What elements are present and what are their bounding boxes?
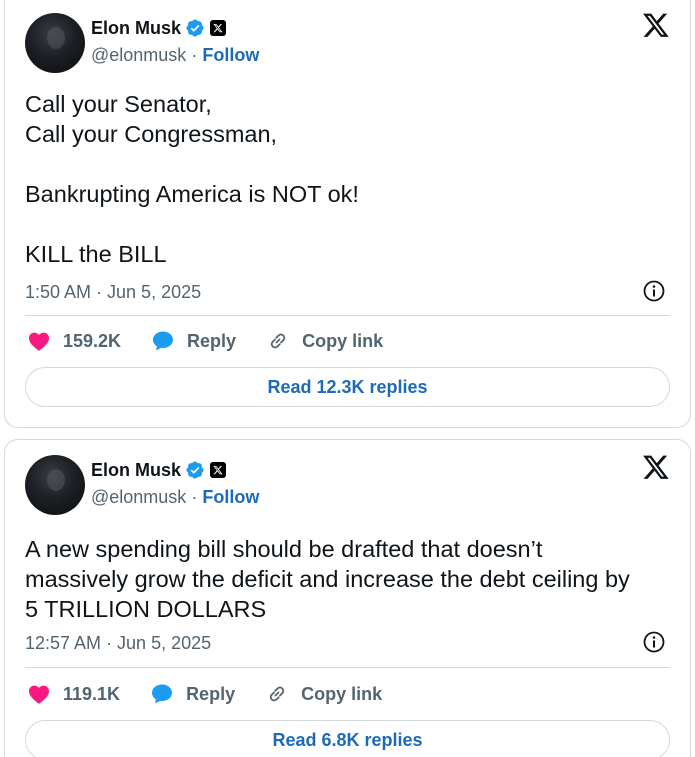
reply-button[interactable]: Reply: [150, 682, 235, 706]
read-replies-button[interactable]: Read 12.3K replies: [25, 367, 670, 407]
tweet-header: Elon Musk @elonmusk · Follow: [25, 455, 670, 515]
x-affiliate-badge-icon: [210, 462, 227, 478]
follow-button[interactable]: Follow: [202, 487, 259, 507]
divider: [25, 667, 670, 668]
author-name[interactable]: Elon Musk: [91, 460, 181, 481]
like-button[interactable]: 159.2K: [27, 329, 121, 353]
copy-link-button[interactable]: Copy link: [265, 682, 382, 706]
heart-icon: [29, 332, 49, 351]
author-name-row: Elon Musk: [91, 17, 227, 39]
tweet-actions: 119.1K Reply Copy link: [27, 679, 412, 709]
info-icon[interactable]: [642, 630, 666, 654]
speech-bubble-icon: [153, 331, 174, 351]
x-logo-icon[interactable]: [642, 11, 670, 39]
info-icon[interactable]: [642, 279, 666, 303]
tweet-line: massively grow the deficit and increase …: [25, 566, 630, 592]
copy-link-button[interactable]: Copy link: [266, 329, 383, 353]
tweet-line: KILL the BILL: [25, 241, 167, 267]
like-button[interactable]: 119.1K: [27, 682, 120, 706]
handle-separator: ·: [191, 45, 198, 65]
handle-separator: ·: [191, 487, 198, 507]
like-count: 159.2K: [63, 330, 122, 351]
reply-label: Reply: [186, 683, 236, 704]
author-name[interactable]: Elon Musk: [91, 18, 181, 39]
tweet-header: Elon Musk @elonmusk · Follow: [25, 13, 670, 73]
heart-icon: [29, 685, 49, 704]
reply-label: Reply: [187, 330, 237, 351]
tweet-card[interactable]: Elon Musk @elonmusk · Follow A new spend…: [4, 439, 691, 757]
read-replies-button[interactable]: Read 6.8K replies: [25, 720, 670, 757]
x-affiliate-badge-icon: [210, 20, 227, 36]
tweet-line: A new spending bill should be drafted th…: [25, 536, 543, 562]
avatar[interactable]: [25, 455, 85, 515]
tweet-timestamp[interactable]: 1:50 AM · Jun 5, 2025: [25, 282, 201, 303]
tweet-card[interactable]: Elon Musk @elonmusk · Follow Call your S…: [4, 0, 691, 428]
divider: [25, 315, 670, 316]
handle-row: @elonmusk · Follow: [91, 487, 259, 508]
avatar[interactable]: [25, 13, 85, 73]
tweet-line: 5 TRILLION DOLLARS: [25, 596, 267, 622]
tweet-line: [25, 209, 675, 239]
link-icon: [270, 333, 286, 349]
author-handle[interactable]: @elonmusk: [91, 487, 186, 507]
tweet-timestamp[interactable]: 12:57 AM · Jun 5, 2025: [25, 633, 211, 654]
like-count: 119.1K: [63, 683, 121, 704]
link-icon: [269, 686, 285, 702]
copy-link-label: Copy link: [302, 330, 384, 351]
tweet-line: [25, 149, 675, 179]
handle-row: @elonmusk · Follow: [91, 45, 259, 66]
tweet-line: Bankrupting America is NOT ok!: [25, 181, 359, 207]
verified-badge-icon: [186, 19, 204, 37]
tweet-line: Call your Senator,: [25, 91, 212, 117]
copy-link-label: Copy link: [301, 683, 383, 704]
author-name-row: Elon Musk: [91, 459, 227, 481]
speech-bubble-icon: [152, 684, 173, 704]
follow-button[interactable]: Follow: [202, 45, 259, 65]
tweet-text: Call your Senator, Call your Congressman…: [25, 89, 675, 269]
verified-badge-icon: [186, 461, 204, 479]
author-handle[interactable]: @elonmusk: [91, 45, 186, 65]
tweet-text: A new spending bill should be drafted th…: [25, 534, 675, 624]
tweet-line: Call your Congressman,: [25, 121, 278, 147]
reply-button[interactable]: Reply: [151, 329, 236, 353]
tweet-actions: 159.2K Reply Copy link: [27, 326, 413, 356]
x-logo-icon[interactable]: [642, 453, 670, 481]
